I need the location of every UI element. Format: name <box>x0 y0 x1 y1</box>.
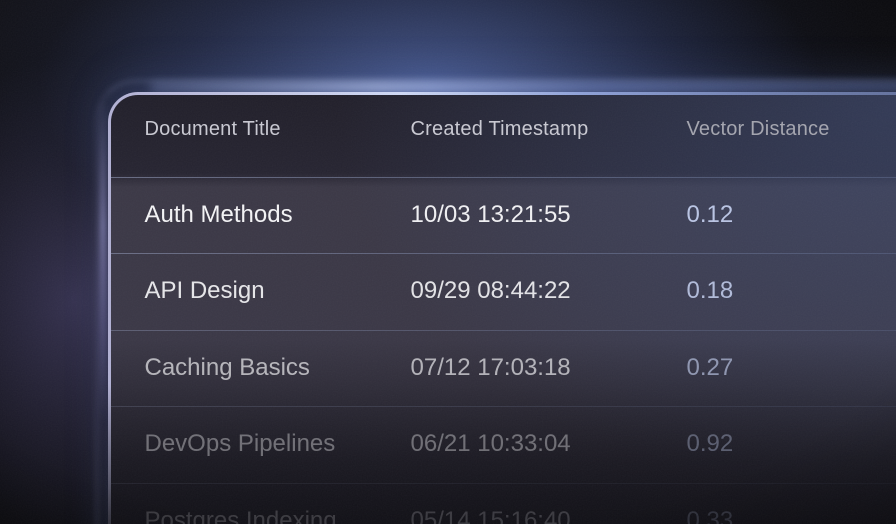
card-left-glow <box>100 104 106 424</box>
document-search-results-screen: Document Title Created Timestamp Vector … <box>0 0 896 524</box>
created-timestamp-cell: 07/12 17:03:18 <box>411 354 687 382</box>
card-top-glow <box>150 83 896 91</box>
vector-distance-cell: 0.33 <box>687 507 896 524</box>
document-title-cell: Caching Basics <box>145 354 411 382</box>
document-title-cell: Auth Methods <box>145 201 411 229</box>
table-row[interactable]: Auth Methods 10/03 13:21:55 0.12 <box>111 177 896 254</box>
vector-distance-cell: 0.92 <box>687 430 896 458</box>
created-timestamp-cell: 05/14 15:16:40 <box>411 507 687 524</box>
table-row[interactable]: Caching Basics 07/12 17:03:18 0.27 <box>111 330 896 407</box>
column-header-created-timestamp: Created Timestamp <box>411 118 687 141</box>
vector-distance-cell: 0.12 <box>687 201 896 229</box>
table-row[interactable]: DevOps Pipelines 06/21 10:33:04 0.92 <box>111 406 896 483</box>
created-timestamp-cell: 09/29 08:44:22 <box>411 277 687 305</box>
results-table: Document Title Created Timestamp Vector … <box>111 95 896 524</box>
created-timestamp-cell: 10/03 13:21:55 <box>411 201 687 229</box>
results-card: Document Title Created Timestamp Vector … <box>108 92 896 524</box>
document-title-cell: DevOps Pipelines <box>145 430 411 458</box>
column-header-vector-distance: Vector Distance <box>687 118 896 141</box>
vector-distance-cell: 0.18 <box>687 277 896 305</box>
vector-distance-cell: 0.27 <box>687 354 896 382</box>
table-row[interactable]: Postgres Indexing 05/14 15:16:40 0.33 <box>111 483 896 524</box>
created-timestamp-cell: 06/21 10:33:04 <box>411 430 687 458</box>
document-title-cell: Postgres Indexing <box>145 507 411 524</box>
table-header-row: Document Title Created Timestamp Vector … <box>111 95 896 177</box>
table-row[interactable]: API Design 09/29 08:44:22 0.18 <box>111 253 896 330</box>
column-header-document-title: Document Title <box>145 118 411 141</box>
document-title-cell: API Design <box>145 277 411 305</box>
